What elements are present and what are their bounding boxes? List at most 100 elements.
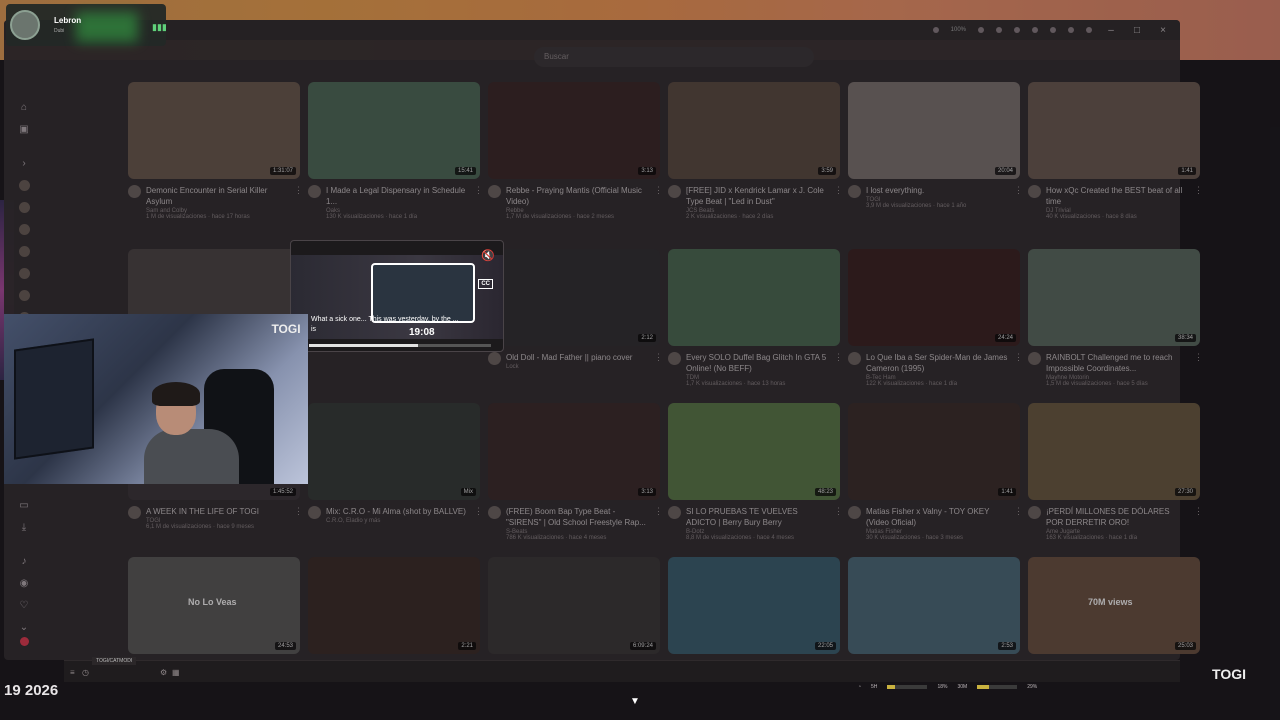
more-options-icon[interactable]: ⋮ xyxy=(1014,352,1023,387)
video-thumbnail[interactable]: No Lo Veas 24:53 xyxy=(128,557,300,654)
shorts-icon[interactable]: ▣ xyxy=(18,124,30,136)
channel-avatar[interactable] xyxy=(668,506,681,519)
music-icon[interactable]: ♪ xyxy=(18,556,30,568)
video-card[interactable]: No Lo Veas 24:53 xyxy=(128,557,300,654)
channel-avatar[interactable] xyxy=(848,352,861,365)
video-card[interactable]: 2:12 Old Doll - Mad Father || piano cover… xyxy=(488,249,663,370)
channel-avatar[interactable] xyxy=(1028,352,1041,365)
preview-progress[interactable] xyxy=(309,344,491,347)
channel-name[interactable]: Lock xyxy=(506,364,649,370)
video-title[interactable]: SI LO PRUEBAS TE VUELVES ADICTO | Berry … xyxy=(686,506,829,528)
video-card[interactable]: 20:04 I lost everything. TOGI 3,9 M de visu… xyxy=(848,82,1023,209)
settings-icon[interactable]: ⚙ xyxy=(160,668,167,677)
video-thumbnail[interactable] xyxy=(668,249,840,346)
more-options-icon[interactable]: ⋮ xyxy=(1194,185,1203,220)
video-thumbnail[interactable]: 38:34 xyxy=(1028,249,1200,346)
video-card[interactable]: 38:34 RAINBOLT Challenged me to reach Imp… xyxy=(1028,249,1203,387)
video-thumbnail[interactable]: 15:41 xyxy=(308,82,480,179)
video-title[interactable]: How xQc Created the BEST beat of all tim… xyxy=(1046,185,1189,207)
video-thumbnail[interactable]: 70M views 25:03 xyxy=(1028,557,1200,654)
video-card[interactable]: 22:05 xyxy=(668,557,840,654)
extension-icon[interactable] xyxy=(932,27,939,33)
video-thumbnail[interactable]: 1:41 xyxy=(848,403,1020,500)
video-card[interactable]: 27:30 ¡PERDÍ MILLONES DE DÓLARES POR DERR… xyxy=(1028,403,1203,541)
maximize-icon[interactable]: □ xyxy=(1130,25,1144,36)
hover-preview[interactable]: What a sick one... This was yesterday, b… xyxy=(290,240,504,352)
video-card[interactable]: 1:41 Matias Fisher x Valny - TOY OKEY (Vi… xyxy=(848,403,1023,541)
channel-avatar[interactable] xyxy=(488,185,501,198)
more-options-icon[interactable]: ⋮ xyxy=(294,506,303,530)
chevron-right-icon[interactable]: › xyxy=(18,158,30,170)
channel-avatar[interactable] xyxy=(308,506,321,519)
captions-button[interactable]: CC xyxy=(478,279,493,289)
download-icon[interactable]: ⤓ xyxy=(18,522,30,534)
more-options-icon[interactable]: ⋮ xyxy=(654,506,663,541)
video-thumbnail[interactable]: 1:41 xyxy=(1028,82,1200,179)
subscription-avatar[interactable] xyxy=(19,268,30,279)
close-icon[interactable]: × xyxy=(1156,25,1170,36)
video-title[interactable]: I lost everything. xyxy=(866,185,1009,196)
video-title[interactable]: Lo Que Iba a Ser Spider-Man de James Cam… xyxy=(866,352,1009,374)
channel-avatar[interactable] xyxy=(848,506,861,519)
video-card[interactable]: Mix Mix: C.R.O - Mi Alma (shot by BALLVE)… xyxy=(308,403,483,524)
more-options-icon[interactable]: ⋮ xyxy=(474,185,483,220)
chevron-down-icon[interactable]: ▼ xyxy=(630,696,640,707)
channel-avatar[interactable] xyxy=(488,506,501,519)
gaming-icon[interactable]: ♡ xyxy=(18,600,30,612)
more-options-icon[interactable]: ⋮ xyxy=(474,506,483,524)
subscription-avatar[interactable] xyxy=(19,180,30,191)
channel-name[interactable]: C.R.O, Eladio y más xyxy=(326,518,469,524)
video-title[interactable]: (FREE) Boom Bap Type Beat - "SIRENS" | O… xyxy=(506,506,649,528)
video-thumbnail[interactable]: 2:12 xyxy=(488,249,660,346)
video-thumbnail[interactable]: 20:04 xyxy=(848,82,1020,179)
subscription-avatar[interactable] xyxy=(19,202,30,213)
channel-avatar[interactable] xyxy=(668,352,681,365)
video-card[interactable]: 15:41 I Made a Legal Dispensary in Schedu… xyxy=(308,82,483,220)
channel-avatar[interactable] xyxy=(308,185,321,198)
video-card[interactable]: 24:24 Lo Que Iba a Ser Spider-Man de Jame… xyxy=(848,249,1023,387)
video-thumbnail[interactable]: Mix xyxy=(308,403,480,500)
extension-icon[interactable] xyxy=(978,27,984,33)
video-thumbnail[interactable]: 3:59 xyxy=(668,82,840,179)
subscription-avatar[interactable] xyxy=(19,290,30,301)
home-icon[interactable]: ⌂ xyxy=(18,102,30,114)
video-thumbnail[interactable]: 6:09:24 xyxy=(488,557,660,654)
channel-avatar[interactable] xyxy=(488,352,501,365)
more-options-icon[interactable]: ⋮ xyxy=(1014,185,1023,209)
library-icon[interactable]: ▭ xyxy=(18,500,30,512)
video-card[interactable]: Every SOLO Duffel Bag Glitch In GTA 5 On… xyxy=(668,249,843,387)
mute-icon[interactable]: 🔇 xyxy=(481,249,495,262)
grid-icon[interactable]: ▦ xyxy=(172,668,180,677)
video-title[interactable]: Mix: C.R.O - Mi Alma (shot by BALLVE) xyxy=(326,506,469,517)
video-thumbnail[interactable]: 27:30 xyxy=(1028,403,1200,500)
video-title[interactable]: [FREE] JID x Kendrick Lamar x J. Cole Ty… xyxy=(686,185,829,207)
video-title[interactable]: RAINBOLT Challenged me to reach Impossib… xyxy=(1046,352,1189,374)
channel-avatar[interactable] xyxy=(1028,506,1041,519)
video-title[interactable]: Old Doll - Mad Father || piano cover xyxy=(506,352,649,363)
video-card[interactable]: 70M views 25:03 xyxy=(1028,557,1200,654)
more-options-icon[interactable]: ⋮ xyxy=(654,352,663,370)
video-title[interactable]: Demonic Encounter in Serial Killer Asylu… xyxy=(146,185,289,207)
video-title[interactable]: Matias Fisher x Valny - TOY OKEY (Video … xyxy=(866,506,1009,528)
live-icon[interactable]: ◉ xyxy=(18,578,30,590)
video-card[interactable]: 48:23 SI LO PRUEBAS TE VUELVES ADICTO | B… xyxy=(668,403,843,541)
video-card[interactable]: 6:09:24 xyxy=(488,557,660,654)
video-title[interactable]: Every SOLO Duffel Bag Glitch In GTA 5 On… xyxy=(686,352,829,374)
more-options-icon[interactable]: ⋮ xyxy=(1014,506,1023,541)
more-options-icon[interactable]: ⋮ xyxy=(654,185,663,220)
video-title[interactable]: Rebbe - Praying Mantis (Official Music V… xyxy=(506,185,649,207)
menu-icon[interactable] xyxy=(1086,27,1092,33)
video-thumbnail[interactable]: 3:13 xyxy=(488,403,660,500)
video-thumbnail[interactable]: 22:05 xyxy=(668,557,840,654)
video-card[interactable]: 3:13 (FREE) Boom Bap Type Beat - "SIRENS"… xyxy=(488,403,663,541)
extension-icon[interactable] xyxy=(1068,27,1074,33)
channel-avatar[interactable] xyxy=(668,185,681,198)
video-title[interactable]: ¡PERDÍ MILLONES DE DÓLARES POR DERRETIR … xyxy=(1046,506,1189,528)
more-options-icon[interactable]: ⋮ xyxy=(294,185,303,220)
video-title[interactable]: A WEEK IN THE LIFE OF TOGI xyxy=(146,506,289,517)
video-title[interactable]: I Made a Legal Dispensary in Schedule 1.… xyxy=(326,185,469,207)
channel-avatar[interactable] xyxy=(1028,185,1041,198)
channel-avatar[interactable] xyxy=(128,506,141,519)
video-thumbnail[interactable]: 2:53 xyxy=(848,557,1020,654)
extension-icon[interactable] xyxy=(1032,27,1038,33)
